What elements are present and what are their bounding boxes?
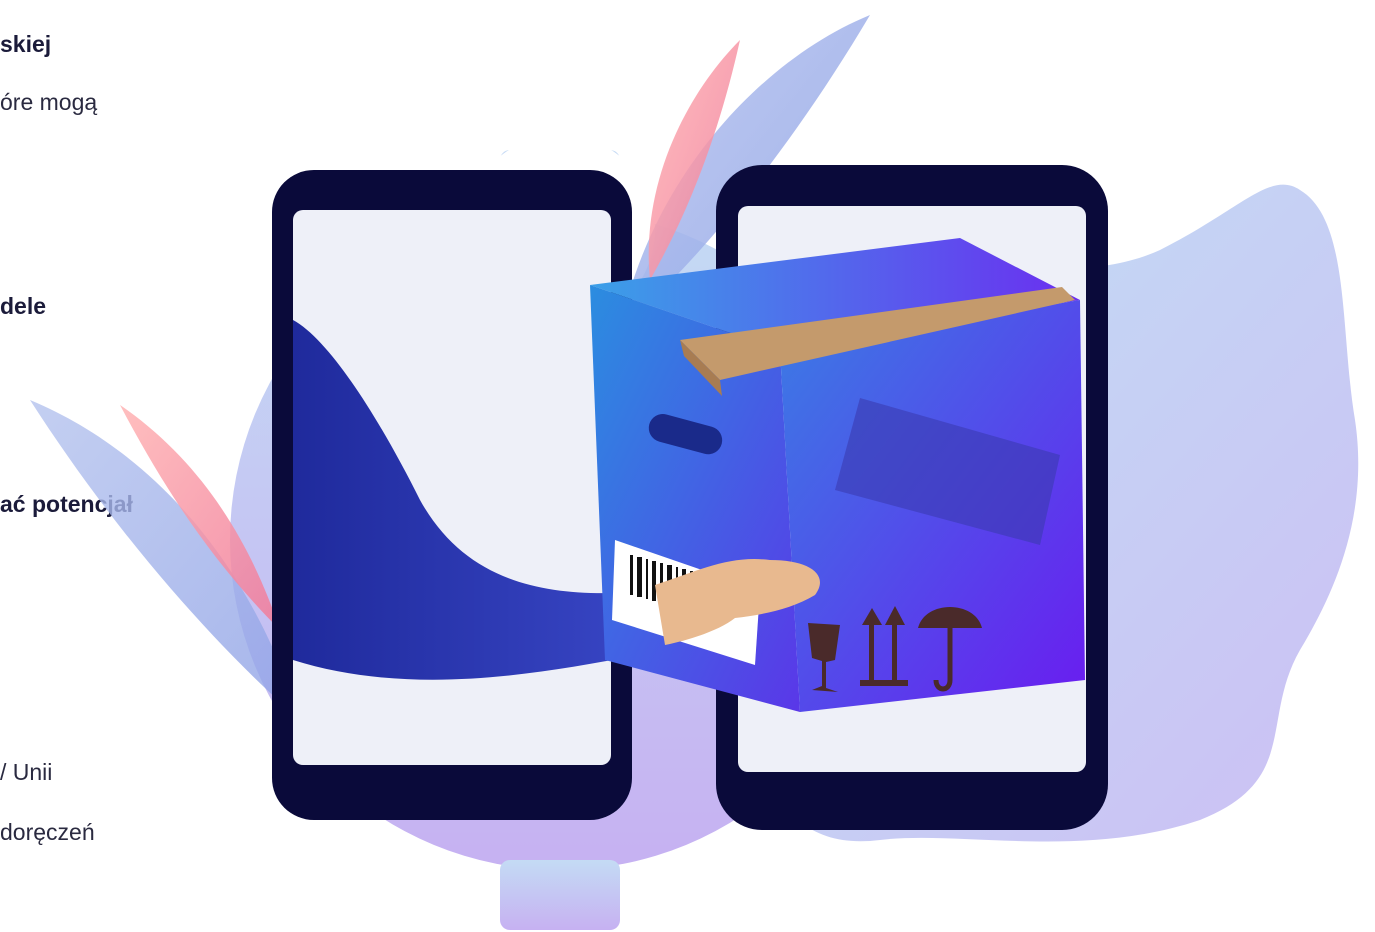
delivery-illustration bbox=[30, 15, 1359, 930]
parcel-box bbox=[590, 238, 1085, 712]
